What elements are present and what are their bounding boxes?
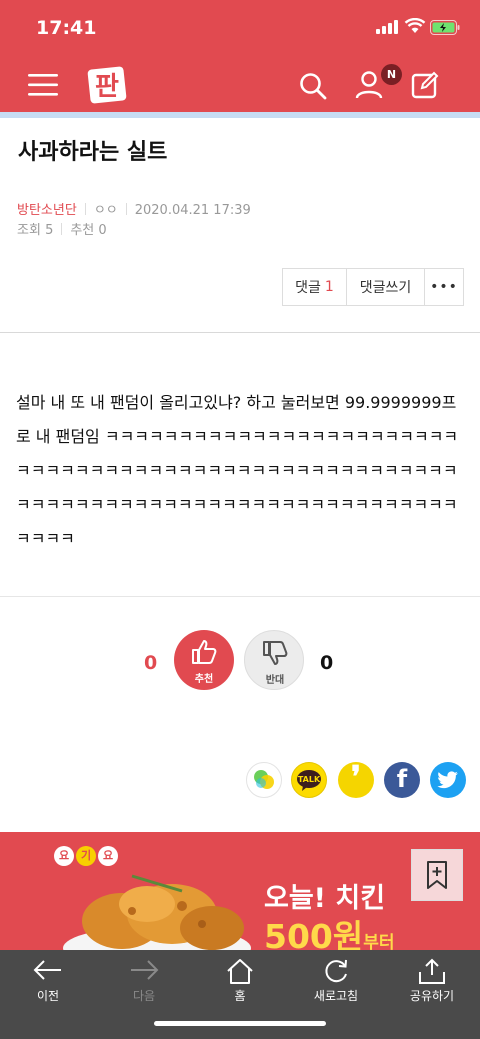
bookmark-button[interactable] [411,849,463,901]
recommend-button[interactable]: 추천 [174,630,234,690]
notification-badge[interactable]: N [381,64,402,85]
kakaostory-icon: ❜ [351,760,361,795]
oppose-label: 반대 [265,675,285,686]
arrow-left-icon [33,960,61,980]
app-header: 판 N [0,60,480,112]
meta-separator [84,203,86,215]
comments-label: 댓글 [295,280,321,296]
nav-share-button[interactable]: 공유하기 [384,950,480,1010]
nav-share-label: 공유하기 [409,989,455,1003]
logo-char: 기 [76,846,96,866]
ad-price: 500원 [264,917,364,950]
post-action-buttons: 댓글 1 댓글쓰기 ••• [282,268,464,306]
kakaotalk-share-button[interactable]: TALK [291,762,327,798]
recommend-label: 추천 [194,674,214,685]
ad-price-suffix: 부터 [363,933,395,950]
band-share-button[interactable] [246,762,282,798]
talk-text: TALK [298,775,321,784]
band-icon [254,770,274,789]
kakaostory-share-button[interactable]: ❜ [338,760,374,798]
kakaotalk-icon: TALK [297,770,321,791]
fried-chicken-image [63,874,251,950]
thumbs-down-icon [263,641,288,665]
share-icon [419,958,445,984]
oppose-vote-count: 0 [320,652,334,674]
battery-icon [430,20,460,35]
arrow-right-icon [131,960,159,980]
meta-separator [61,223,63,235]
more-options-button[interactable]: ••• [425,269,463,305]
yogiyo-logo: 요 기 요 [54,846,118,866]
post-body: 설마 내 또 내 팬덤이 올리고있냐? 하고 눌러보면 99.9999999프로… [16,393,459,548]
search-icon[interactable] [298,71,328,101]
home-indicator [154,1021,326,1026]
facebook-icon: f [396,765,408,793]
nav-forward-label: 다음 [132,989,156,1003]
nav-home-label: 홈 [234,989,246,1003]
nav-back-label: 이전 [36,989,60,1003]
home-icon [227,959,253,984]
nav-refresh-button[interactable]: 새로고침 [288,950,384,1010]
wifi-icon [404,18,426,33]
write-comment-button[interactable]: 댓글쓰기 [347,269,425,305]
post-author[interactable]: 방탄소년단 [17,203,77,218]
comments-button[interactable]: 댓글 1 [283,269,347,305]
twitter-share-button[interactable] [430,762,466,798]
user-icon[interactable] [354,70,384,100]
signal-icon [376,20,398,34]
write-post-icon[interactable] [410,70,440,100]
divider [0,332,480,333]
facebook-share-button[interactable]: f [384,762,420,798]
nav-home-button[interactable]: 홈 [192,950,288,1010]
recommend-vote-count: 0 [144,652,158,674]
ad-banner[interactable]: 요 기 요 오늘! 치킨 500원부터 [0,832,480,950]
twitter-icon [437,771,458,789]
meta-separator [125,203,127,215]
header-divider [0,112,480,118]
logo-text: 판 [95,72,119,102]
logo-char: 요 [54,846,74,866]
refresh-icon [325,959,347,983]
oppose-button[interactable]: 반대 [244,630,304,690]
post-date: 2020.04.21 17:39 [134,203,251,218]
hamburger-menu-icon[interactable] [28,72,58,98]
recommend-count: 0 [98,223,107,238]
nav-refresh-label: 새로고침 [313,989,359,1003]
post-title: 사과하라는 실트 [18,140,168,165]
post-nickname: ㅇㅇ [93,203,118,218]
nav-forward-button[interactable]: 다음 [96,950,192,1010]
thumbs-up-icon [192,640,217,664]
nav-back-button[interactable]: 이전 [0,950,96,1010]
recommend-label: 추천 [70,223,95,238]
bookmark-add-icon [427,861,447,889]
views-label: 조회 [17,223,41,238]
post-stats: 조회 5 추천 0 [17,219,107,238]
pann-logo[interactable]: 판 [86,64,128,106]
post-meta: 방탄소년단 ㅇㅇ 2020.04.21 17:39 [17,199,251,218]
comments-count: 1 [324,279,334,295]
ad-price-line: 500원부터 [264,910,395,950]
views-count: 5 [45,223,54,238]
logo-char: 요 [98,846,118,866]
divider [0,596,480,597]
status-time: 17:41 [36,17,97,39]
status-bar: 17:41 [0,0,480,60]
